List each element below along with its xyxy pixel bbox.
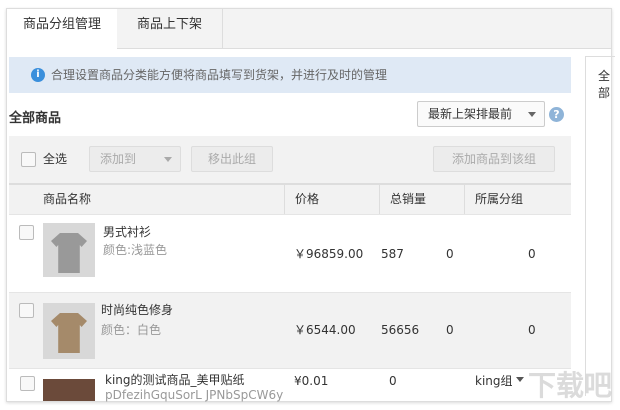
price: ￥96859.00 <box>294 247 364 261</box>
sales: 587 <box>381 247 404 261</box>
col-sales: 总销量 <box>379 185 464 214</box>
col-name: 商品名称 <box>43 192 92 206</box>
col-price: 价格 <box>284 185 379 214</box>
add-to-dropdown[interactable]: 添加到 <box>89 146 181 172</box>
chevron-down-icon <box>164 157 172 166</box>
info-text: 合理设置商品分类能方便将商品填写到货架，并进行及时的管理 <box>51 68 388 82</box>
product-code: pDfezihGquSorL JPNbSpCW6y <box>105 388 284 402</box>
info-banner: i 合理设置商品分类能方便将商品填写到货架，并进行及时的管理 <box>9 57 571 93</box>
table-row: 男式衬衫 颜色:浅蓝色 ￥96859.00 587 0 0 <box>9 214 571 292</box>
count: 0 <box>446 247 454 261</box>
tab-shelf[interactable]: 商品上下架 <box>117 9 223 49</box>
sales: 0 <box>389 374 397 388</box>
price: ￥6544.00 <box>294 323 356 337</box>
select-all-label: 全选 <box>43 152 68 166</box>
product-name[interactable]: 男式衬衫 <box>103 225 151 239</box>
chevron-down-icon <box>516 377 525 386</box>
product-name[interactable]: king的测试商品_美甲贴纸 <box>105 373 245 387</box>
product-variant: 颜色:浅蓝色 <box>103 243 168 257</box>
count: 0 <box>528 323 536 337</box>
add-to-label: 添加到 <box>100 152 137 166</box>
count: 0 <box>528 247 536 261</box>
chevron-down-icon <box>528 112 536 121</box>
row-checkbox[interactable] <box>20 376 35 391</box>
sort-dropdown[interactable]: 最新上架排最前 <box>417 101 545 127</box>
select-all-checkbox[interactable] <box>21 152 36 167</box>
product-name[interactable]: 时尚纯色修身 <box>101 303 173 317</box>
goods-group-panel: 商品分组管理 商品上下架 i 合理设置商品分类能方便将商品填写到货架，并进行及时… <box>6 8 615 402</box>
product-variant: 颜色：白色 <box>101 323 162 337</box>
tab-bar: 商品分组管理 商品上下架 <box>7 9 611 50</box>
page-title: 全部商品 <box>9 111 62 126</box>
remove-from-group-button[interactable]: 移出此组 <box>191 146 273 172</box>
group-dropdown[interactable]: king组 <box>475 374 525 388</box>
tab-group-management[interactable]: 商品分组管理 <box>7 9 117 50</box>
price: ¥0.01 <box>294 374 329 388</box>
toolbar: 全选 添加到 移出此组 添加商品到该组 <box>9 136 571 183</box>
side-all-label[interactable]: 全部 <box>598 67 615 101</box>
table-row: king的测试商品_美甲贴纸 pDfezihGquSorL JPNbSpCW6y… <box>9 368 571 402</box>
col-group: 所属分组 <box>464 185 571 214</box>
row-checkbox[interactable] <box>19 225 34 240</box>
sales: 56656 <box>381 323 420 337</box>
product-thumbnail <box>43 379 95 401</box>
table-header: 商品名称 价格 总销量 所属分组 <box>9 183 571 214</box>
product-thumbnail <box>43 303 95 359</box>
info-icon: i <box>31 68 45 82</box>
help-icon[interactable]: ? <box>549 107 564 122</box>
watermark: 下载吧 <box>527 369 612 402</box>
product-thumbnail <box>43 223 95 277</box>
row-checkbox[interactable] <box>19 303 34 318</box>
group-side-panel: 全部 <box>585 56 615 396</box>
sort-value: 最新上架排最前 <box>428 107 513 121</box>
count: 0 <box>446 323 454 337</box>
add-goods-to-group-button[interactable]: 添加商品到该组 <box>433 146 555 172</box>
table-row: 时尚纯色修身 颜色：白色 ￥6544.00 56656 0 0 <box>9 292 571 368</box>
group-value: king组 <box>475 374 513 388</box>
